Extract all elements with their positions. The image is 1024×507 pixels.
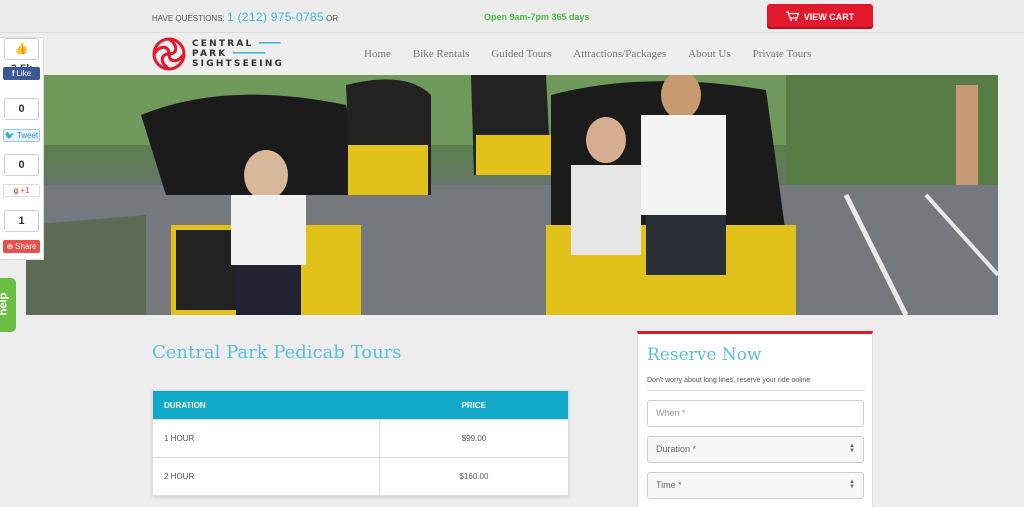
nav-bike-rentals[interactable]: Bike Rentals: [413, 48, 470, 60]
facebook-like-button[interactable]: f Like: [3, 67, 40, 80]
cart-icon: [785, 10, 800, 23]
phone-link[interactable]: 1 (212) 975-0785: [227, 10, 324, 24]
share-plus-icon: ⊕: [6, 242, 14, 251]
share-label: Share: [15, 242, 37, 251]
hours-text: Open 9am-7pm 365 days: [484, 12, 590, 22]
top-bar: HAVE QUESTIONS: 1 (212) 975-0785 OR Open…: [0, 0, 1024, 33]
tweet-button[interactable]: 🐦 Tweet: [3, 129, 40, 142]
when-input[interactable]: When *: [647, 400, 864, 427]
tweet-count: 0: [4, 98, 39, 120]
share-button[interactable]: ⊕ Share: [3, 240, 40, 253]
cart-label: VIEW CART: [803, 11, 855, 22]
reserve-title: Reserve Now: [647, 345, 762, 365]
contact-line: HAVE QUESTIONS: 1 (212) 975-0785 OR: [152, 10, 338, 24]
logo-line-3: SIGHTSEEING: [192, 59, 285, 69]
reserve-panel: Reserve Now Don't worry about long lines…: [637, 331, 873, 507]
nav-about-us[interactable]: About Us: [688, 48, 730, 60]
duration-select-value: Duration *: [656, 444, 697, 454]
main-navbar: CENTRAL ━━━━ PARK ━━━━━━ SIGHTSEEING Hom…: [48, 34, 998, 75]
hero-image: [26, 75, 998, 315]
price-cell: $160.00: [379, 457, 569, 496]
google-plus-button[interactable]: g +1: [3, 184, 40, 197]
view-cart-button[interactable]: VIEW CART: [767, 4, 873, 29]
question-label: HAVE QUESTIONS:: [152, 14, 225, 23]
nav-guided-tours[interactable]: Guided Tours: [491, 48, 551, 60]
nav-menu: Home Bike Rentals Guided Tours Attractio…: [364, 48, 811, 60]
nav-attractions-packages[interactable]: Attractions/Packages: [573, 48, 666, 60]
time-select-value: Time *: [656, 480, 682, 490]
price-cell: $99.00: [379, 419, 569, 458]
divider: [647, 390, 865, 391]
time-select[interactable]: Time * ▲ ▼: [647, 472, 864, 499]
google-plus-count: 0: [4, 154, 39, 176]
nav-home[interactable]: Home: [364, 48, 391, 60]
facebook-count: 👍3.5k: [4, 38, 39, 75]
duration-cell: 2 HOUR: [152, 457, 380, 496]
duration-cell: 1 HOUR: [152, 419, 380, 458]
tweet-label: Tweet: [16, 131, 39, 140]
nav-private-tours[interactable]: Private Tours: [753, 48, 812, 60]
duration-select[interactable]: Duration * ▲ ▼: [647, 436, 864, 463]
price-header: PRICE: [379, 390, 569, 420]
table-row: 1 HOUR $99.00: [152, 419, 569, 458]
share-count: 1: [4, 210, 39, 232]
facebook-like-label: Like: [16, 69, 32, 78]
google-plus-icon: g: [13, 186, 19, 195]
select-arrows-icon: ▲ ▼: [849, 443, 855, 454]
help-label: help: [0, 292, 10, 316]
social-sidebar: 👍3.5k f Like 0 🐦 Tweet 0 g +1 1 ⊕ Share: [0, 37, 44, 260]
google-plus-label: +1: [20, 186, 30, 195]
logo-line-1: CENTRAL: [192, 39, 254, 49]
select-arrows-icon: ▲ ▼: [849, 479, 855, 490]
logo-line-2: PARK: [192, 49, 228, 59]
pricing-table: DURATION PRICE 1 HOUR $99.00 2 HOUR $160…: [152, 390, 569, 496]
thumbs-up-icon: 👍: [14, 43, 29, 55]
reserve-subtitle: Don't worry about long lines, reserve yo…: [647, 377, 811, 384]
site-logo[interactable]: CENTRAL ━━━━ PARK ━━━━━━ SIGHTSEEING: [152, 37, 284, 71]
table-row: 2 HOUR $160.00: [152, 457, 569, 496]
page-title: Central Park Pedicab Tours: [152, 342, 402, 363]
help-tab[interactable]: help: [0, 278, 16, 332]
duration-header: DURATION: [152, 390, 380, 420]
twitter-bird-icon: 🐦: [4, 131, 15, 140]
logo-swirl-icon: [152, 37, 186, 71]
facebook-icon: f: [11, 69, 15, 78]
table-header-row: DURATION PRICE: [152, 390, 569, 420]
logo-wordmark: CENTRAL ━━━━ PARK ━━━━━━ SIGHTSEEING: [192, 39, 285, 69]
or-label: OR: [326, 14, 339, 23]
